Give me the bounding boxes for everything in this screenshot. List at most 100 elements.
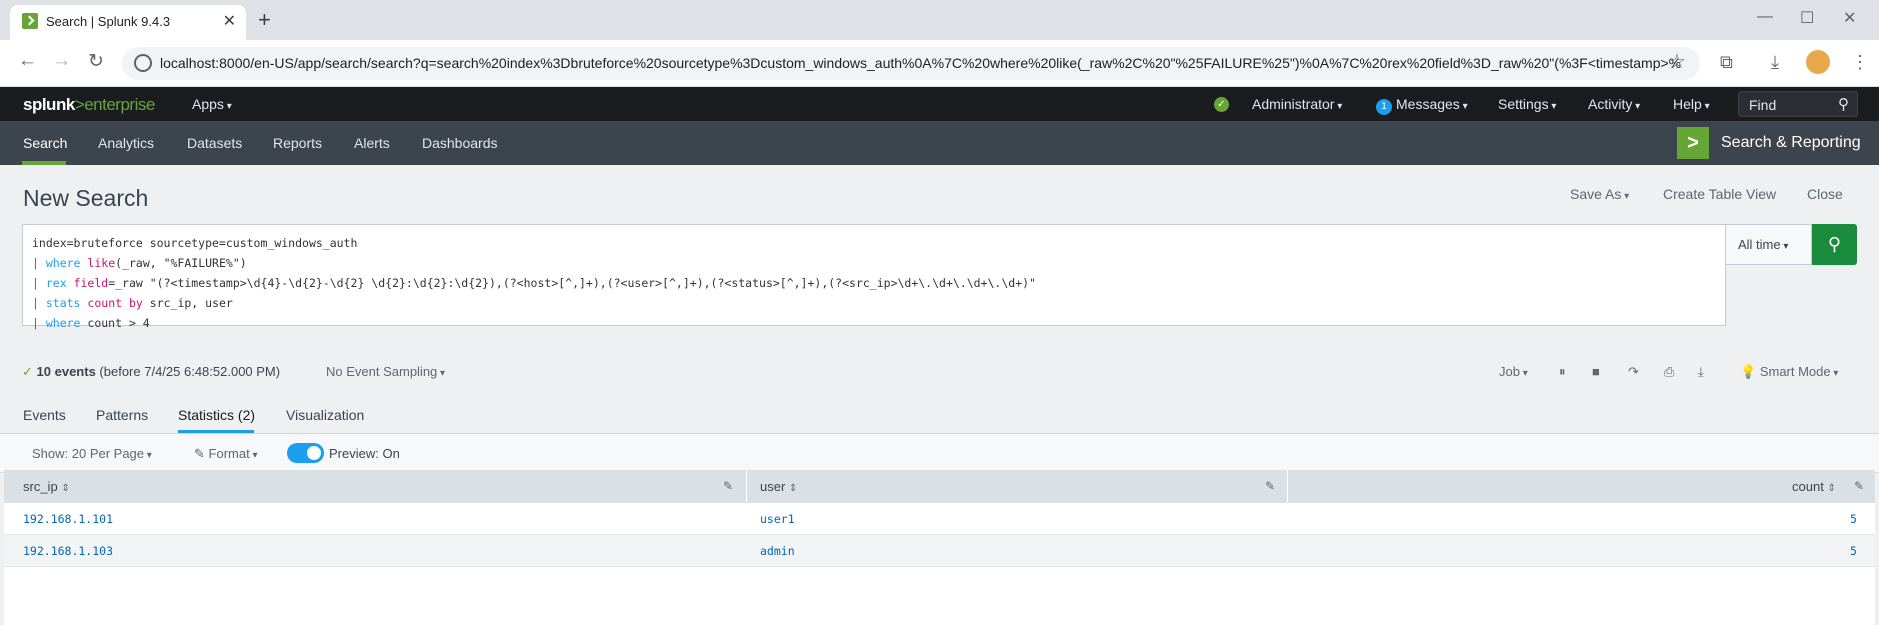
active-tab-indicator <box>178 430 254 433</box>
tab-events[interactable]: Events <box>23 407 66 423</box>
pause-icon[interactable]: ⏸ <box>1559 364 1566 380</box>
maximize-icon[interactable]: ☐ <box>1800 8 1814 28</box>
per-page-dropdown[interactable]: Show: 20 Per Page <box>32 446 152 461</box>
mode-label: Smart Mode <box>1760 364 1839 379</box>
results-table: src_ip ⇕ ✎ user ⇕ ✎ count ⇕ ✎ 192.168.1.… <box>4 470 1875 625</box>
messages-count-badge: 1 <box>1376 99 1392 115</box>
table-header: src_ip ⇕ ✎ user ⇕ ✎ count ⇕ ✎ <box>4 470 1875 503</box>
search-icon[interactable]: ⚲ <box>1838 95 1849 113</box>
stop-icon[interactable]: ■ <box>1592 364 1600 379</box>
splunk-header: splunk>enterprise Apps ✓ Administrator 1… <box>0 87 1879 121</box>
help-menu[interactable]: Help <box>1673 96 1710 112</box>
address-bar[interactable]: localhost:8000/en-US/app/search/search?q… <box>122 47 1700 80</box>
table-options: Show: 20 Per Page ✎ Format Preview: On <box>0 434 1879 473</box>
save-as-button[interactable]: Save As <box>1570 186 1629 202</box>
nav-reports[interactable]: Reports <box>273 135 322 151</box>
mode-menu[interactable]: 💡 Smart Mode <box>1740 364 1838 380</box>
cell-count[interactable]: 5 <box>1850 512 1857 526</box>
preview-label: Preview: On <box>329 446 400 461</box>
back-icon[interactable]: ← <box>18 50 37 72</box>
download-icon[interactable]: ⤓ <box>1771 52 1779 73</box>
bookmark-star-icon[interactable]: ☆ <box>1668 49 1686 74</box>
forward-icon[interactable]: → <box>52 50 71 72</box>
tab-title: Search | Splunk 9.4.3 <box>46 14 171 29</box>
page-title: New Search <box>23 185 149 211</box>
table-row: 192.168.1.103 admin 5 <box>4 535 1875 567</box>
column-header-count[interactable]: count ⇕ <box>1792 470 1836 503</box>
app-logo-icon: > <box>1677 127 1709 159</box>
app-name: Search & Reporting <box>1721 134 1861 151</box>
query-line-1: index=bruteforce sourcetype=custom_windo… <box>32 236 358 250</box>
close-window-icon[interactable]: ✕ <box>1843 8 1856 28</box>
close-tab-icon[interactable]: ✕ <box>223 11 236 31</box>
print-icon[interactable]: ⎙ <box>1664 364 1674 380</box>
cell-src-ip[interactable]: 192.168.1.103 <box>23 544 113 558</box>
create-table-view-button[interactable]: Create Table View <box>1663 186 1776 202</box>
cell-src-ip[interactable]: 192.168.1.101 <box>23 512 113 526</box>
activity-menu[interactable]: Activity <box>1588 96 1640 112</box>
column-header-user[interactable]: user ⇕ <box>760 470 797 503</box>
profile-avatar[interactable] <box>1806 50 1830 74</box>
preview-toggle[interactable] <box>287 443 324 463</box>
browser-menu-icon[interactable]: ⋮ <box>1851 52 1869 73</box>
time-range-picker[interactable]: All time <box>1726 224 1812 265</box>
browser-toolbar: ← → ↻ localhost:8000/en-US/app/search/se… <box>0 40 1879 87</box>
lens-icon[interactable]: ⧉ <box>1720 52 1733 73</box>
result-tabs: Events Patterns Statistics (2) Visualiza… <box>0 390 1879 434</box>
event-count: 10 events <box>36 364 96 379</box>
nav-dashboards[interactable]: Dashboards <box>422 135 498 151</box>
job-status: ✓ 10 events (before 7/4/25 6:48:52.000 P… <box>22 364 280 380</box>
splunk-favicon-icon <box>22 13 38 29</box>
cell-user[interactable]: user1 <box>760 512 795 526</box>
export-icon[interactable]: ⤓ <box>1698 364 1704 380</box>
site-info-icon[interactable] <box>134 54 152 72</box>
health-ok-icon[interactable]: ✓ <box>1214 97 1229 112</box>
event-time-range: (before 7/4/25 6:48:52.000 PM) <box>99 364 281 379</box>
app-bar: Search Analytics Datasets Reports Alerts… <box>0 121 1879 165</box>
edit-column-icon[interactable]: ✎ <box>1854 479 1864 493</box>
apps-menu[interactable]: Apps <box>192 96 232 112</box>
nav-search[interactable]: Search <box>23 135 67 151</box>
column-divider <box>1287 470 1288 503</box>
splunk-logo[interactable]: splunk>enterprise <box>23 95 155 115</box>
nav-analytics[interactable]: Analytics <box>98 135 154 151</box>
browser-tab[interactable]: Search | Splunk 9.4.3 ✕ <box>10 5 246 40</box>
format-label: Format <box>209 446 258 461</box>
find-input[interactable]: Find ⚲ <box>1738 91 1858 117</box>
messages-label: Messages <box>1396 96 1468 112</box>
job-menu[interactable]: Job <box>1499 364 1528 379</box>
edit-column-icon[interactable]: ✎ <box>1265 479 1275 493</box>
share-icon[interactable]: ↷ <box>1628 364 1639 380</box>
event-sampling-dropdown[interactable]: No Event Sampling <box>326 364 445 379</box>
user-menu[interactable]: Administrator <box>1252 96 1342 112</box>
browser-tab-strip: Search | Splunk 9.4.3 ✕ + — ☐ ✕ <box>0 0 1879 40</box>
url-text[interactable]: localhost:8000/en-US/app/search/search?q… <box>160 55 1680 71</box>
minimize-icon[interactable]: — <box>1757 8 1773 26</box>
column-divider <box>746 470 747 503</box>
main-content: New Search Save As Create Table View Clo… <box>0 165 1879 625</box>
query-line-2: | where like(_raw, "%FAILURE%") <box>32 256 247 270</box>
cell-count[interactable]: 5 <box>1850 544 1857 558</box>
nav-datasets[interactable]: Datasets <box>187 135 242 151</box>
format-dropdown[interactable]: ✎ Format <box>194 446 258 462</box>
query-line-4: | stats count by src_ip, user <box>32 296 233 310</box>
query-line-5: | where count > 4 <box>32 316 150 330</box>
edit-column-icon[interactable]: ✎ <box>723 479 733 493</box>
tab-statistics[interactable]: Statistics (2) <box>178 407 255 423</box>
new-tab-icon[interactable]: + <box>258 7 271 33</box>
search-icon: ⚲ <box>1827 234 1842 254</box>
bulb-icon: 💡 <box>1740 364 1757 379</box>
nav-alerts[interactable]: Alerts <box>354 135 390 151</box>
tab-patterns[interactable]: Patterns <box>96 407 148 423</box>
messages-menu[interactable]: 1 Messages <box>1376 96 1468 115</box>
cell-user[interactable]: admin <box>760 544 795 558</box>
search-button[interactable]: ⚲ <box>1812 224 1857 265</box>
close-button[interactable]: Close <box>1807 186 1843 202</box>
reload-icon[interactable]: ↻ <box>88 50 104 73</box>
check-icon: ✓ <box>22 364 33 379</box>
tab-visualization[interactable]: Visualization <box>286 407 364 423</box>
settings-menu[interactable]: Settings <box>1498 96 1556 112</box>
search-query-editor[interactable]: index=bruteforce sourcetype=custom_windo… <box>22 224 1726 330</box>
column-header-src-ip[interactable]: src_ip ⇕ <box>23 470 70 503</box>
find-placeholder: Find <box>1749 97 1777 113</box>
